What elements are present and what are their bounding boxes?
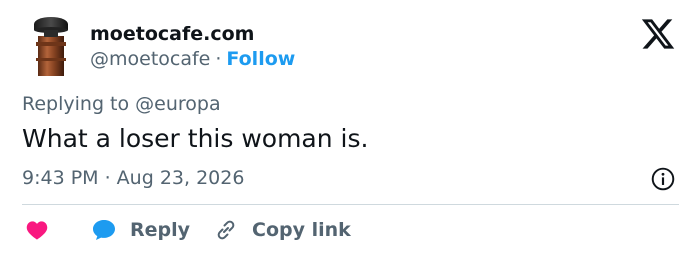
speech-bubble-icon xyxy=(93,220,115,240)
author-handle-row: @moetocafe · Follow xyxy=(90,47,295,71)
reply-label: Reply xyxy=(130,219,191,241)
follow-button[interactable]: Follow xyxy=(226,48,295,70)
separator-dot: · xyxy=(215,48,222,70)
divider xyxy=(22,204,679,205)
tweet-text: What a loser this woman is. xyxy=(22,124,369,153)
author-handle[interactable]: @moetocafe xyxy=(90,48,210,70)
x-logo-icon[interactable] xyxy=(640,16,676,52)
tweet-timestamp[interactable]: 9:43 PM · Aug 23, 2026 xyxy=(22,166,244,190)
avatar[interactable] xyxy=(22,14,80,78)
reply-button[interactable]: Reply xyxy=(92,216,190,244)
author-display-name[interactable]: moetocafe.com xyxy=(90,22,254,46)
copy-link-label: Copy link xyxy=(252,219,351,241)
heart-icon[interactable] xyxy=(26,220,48,240)
replying-to-text[interactable]: Replying to @europa xyxy=(22,92,221,116)
copy-link-button[interactable]: Copy link xyxy=(214,216,351,244)
info-icon[interactable] xyxy=(650,166,676,192)
link-icon xyxy=(217,220,235,240)
